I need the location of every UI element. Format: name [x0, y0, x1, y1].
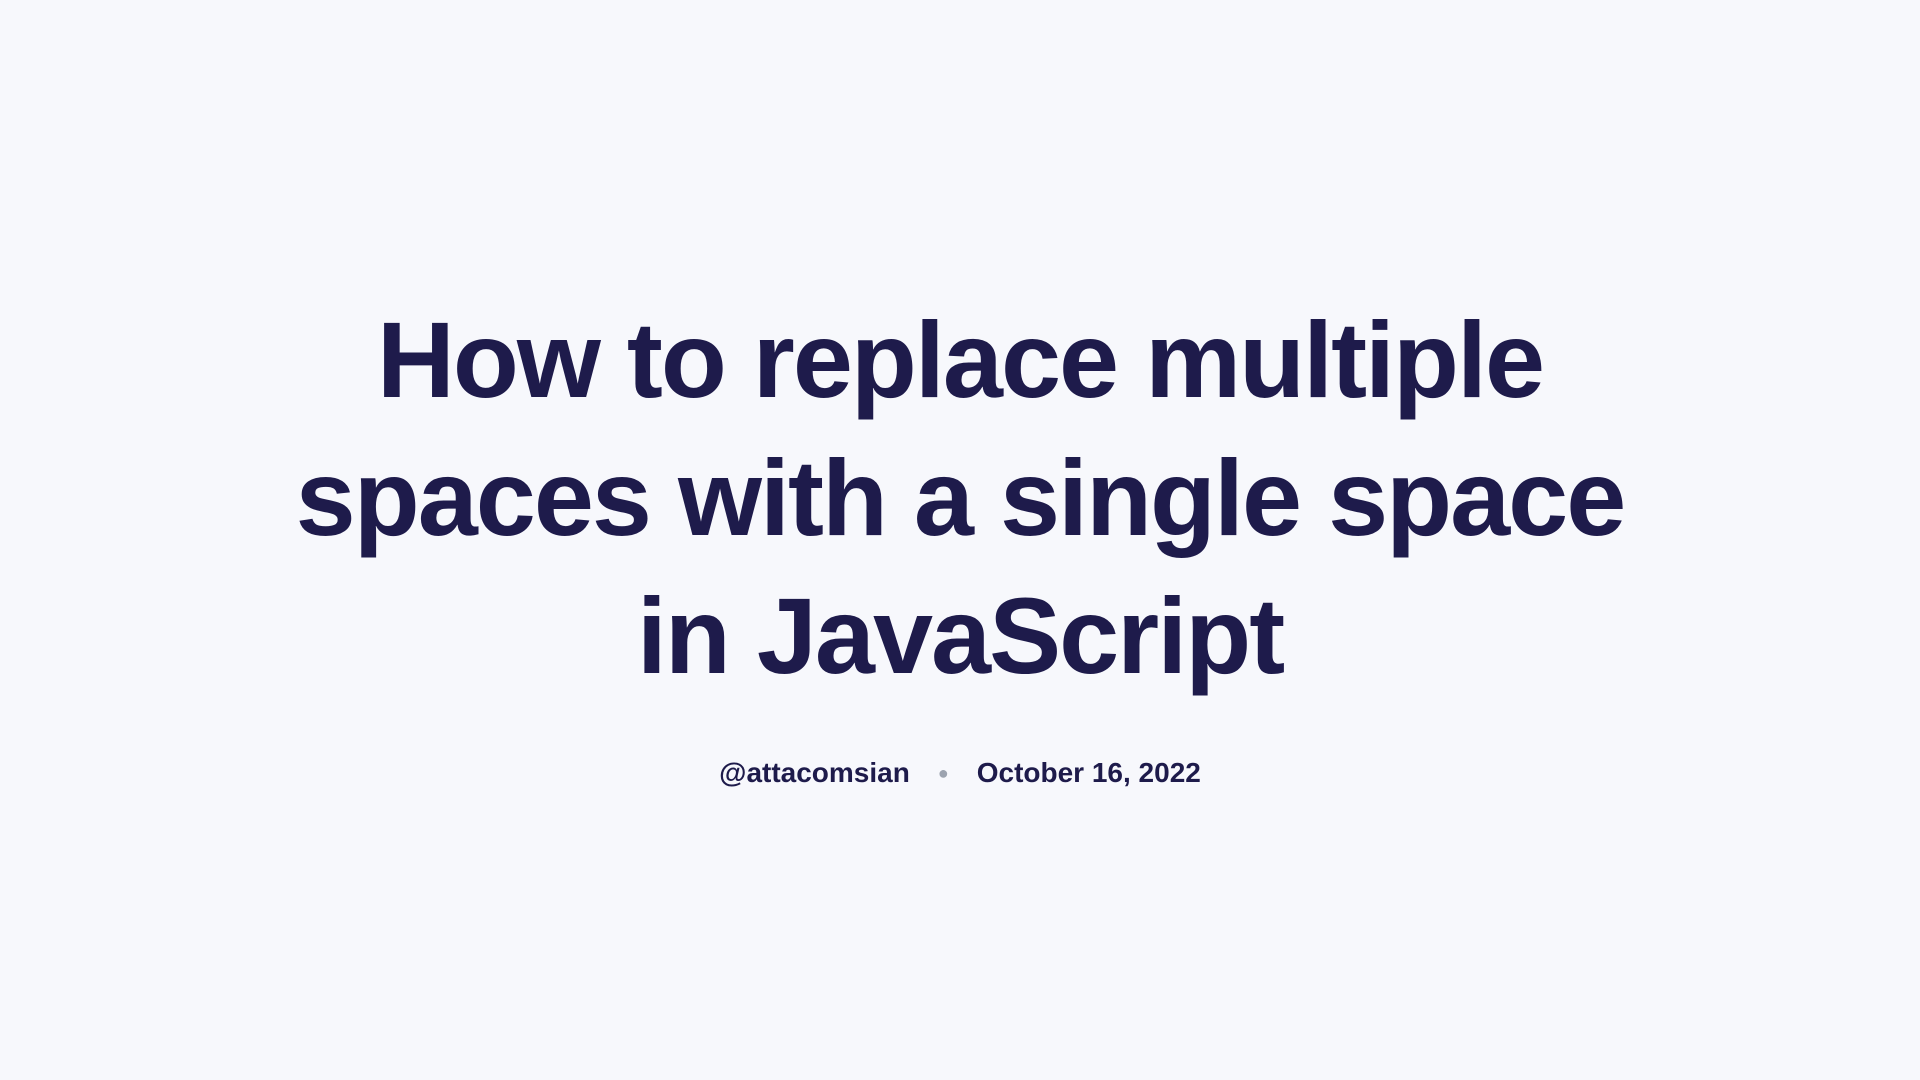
publish-date: October 16, 2022: [977, 757, 1201, 789]
meta-separator: ●: [938, 763, 949, 784]
article-header: How to replace multiple spaces with a si…: [260, 291, 1660, 790]
author-handle[interactable]: @attacomsian: [719, 757, 910, 789]
article-meta: @attacomsian ● October 16, 2022: [719, 757, 1201, 789]
article-title: How to replace multiple spaces with a si…: [260, 291, 1660, 706]
